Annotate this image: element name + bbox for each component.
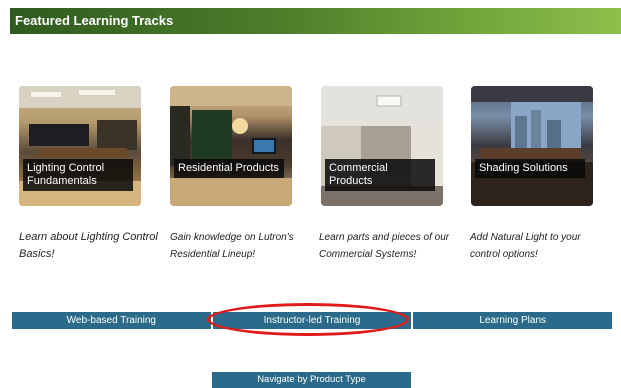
shading-photo xyxy=(471,86,593,206)
instructor-led-training-button[interactable]: Instructor-led Training xyxy=(210,312,412,329)
residential-photo xyxy=(170,86,292,206)
navigate-by-product-type-button[interactable]: Navigate by Product Type xyxy=(212,372,411,388)
training-nav-bar: Web-based Training Instructor-led Traini… xyxy=(12,312,612,329)
web-based-training-button[interactable]: Web-based Training xyxy=(12,312,211,329)
track-caption: Lighting Control Fundamentals xyxy=(23,159,133,191)
banner-title: Featured Learning Tracks xyxy=(15,13,174,28)
track-description: Add Natural Light to your control option… xyxy=(470,232,581,260)
track-description: Gain knowledge on Lutron's Residential L… xyxy=(170,232,294,260)
track-description: Learn parts and pieces of our Commercial… xyxy=(319,232,450,260)
learning-plans-button[interactable]: Learning Plans xyxy=(411,312,612,329)
track-description: Learn about Lighting Control Basics! xyxy=(19,231,158,260)
track-card-lighting-control[interactable]: Lighting Control Fundamentals xyxy=(19,86,141,206)
track-caption: Shading Solutions xyxy=(475,159,585,178)
track-card-shading[interactable]: Shading Solutions xyxy=(471,86,593,206)
track-caption: Commercial Products xyxy=(325,159,435,191)
featured-tracks-banner: Featured Learning Tracks xyxy=(10,8,621,34)
track-card-commercial[interactable]: Commercial Products xyxy=(321,86,443,206)
track-card-residential[interactable]: Residential Products xyxy=(170,86,292,206)
track-caption: Residential Products xyxy=(174,159,284,178)
